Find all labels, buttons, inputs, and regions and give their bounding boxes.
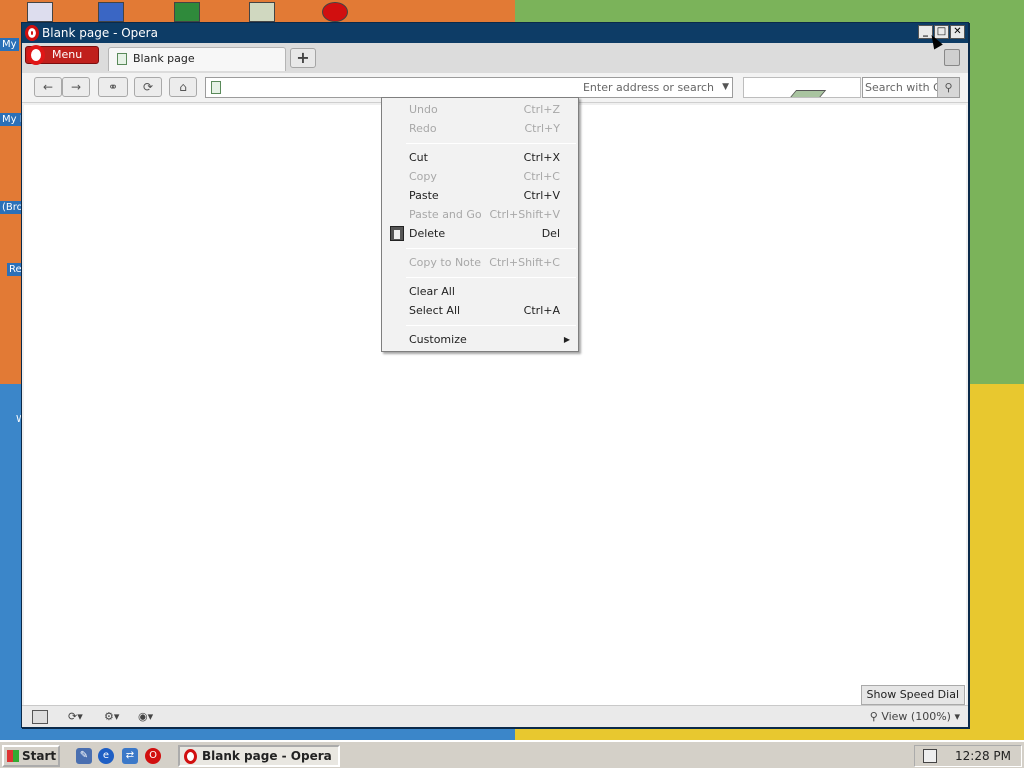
- menu-separator: [406, 277, 576, 278]
- menu-item-shortcut: Ctrl+C: [523, 170, 560, 183]
- taskbar-opera-window[interactable]: Blank page - Opera: [178, 745, 340, 767]
- task-label: Blank page - Opera: [202, 749, 332, 763]
- sync-icon[interactable]: ⟳▾: [68, 710, 83, 724]
- menu-item-clear-all[interactable]: Clear All: [382, 282, 578, 301]
- taskbar: Start ✎ e ⇄ O Blank page - Opera 12:28 P…: [0, 740, 1024, 768]
- menu-item-delete[interactable]: Delete Del: [382, 224, 578, 243]
- search-placeholder: Search with Google: [865, 81, 937, 94]
- network-status-icon[interactable]: [923, 749, 937, 763]
- menu-item-paste-and-go[interactable]: Paste and Go Ctrl+Shift+V: [382, 205, 578, 224]
- menu-item-label: Select All: [409, 304, 461, 317]
- menu-item-undo[interactable]: Undo Ctrl+Z: [382, 100, 578, 119]
- search-engine-icon: [787, 90, 827, 97]
- internet-explorer-icon[interactable]: e: [98, 748, 114, 764]
- desktop-computer-icon[interactable]: [27, 2, 53, 22]
- menu-separator: [406, 143, 576, 144]
- menu-item-shortcut: Ctrl+V: [523, 189, 560, 202]
- turbo-icon[interactable]: ⚙▾: [104, 710, 119, 724]
- page-icon: [117, 53, 127, 65]
- opera-logo-icon: [184, 749, 197, 764]
- menu-item-copy[interactable]: Copy Ctrl+C: [382, 167, 578, 186]
- menu-item-label: Copy to Note: [409, 256, 481, 269]
- menu-item-redo[interactable]: Redo Ctrl+Y: [382, 119, 578, 138]
- menu-item-copy-to-note[interactable]: Copy to Note Ctrl+Shift+C: [382, 253, 578, 272]
- forward-button[interactable]: →: [62, 77, 90, 97]
- menu-item-cut[interactable]: Cut Ctrl+X: [382, 148, 578, 167]
- menu-item-shortcut: Ctrl+A: [523, 304, 560, 317]
- trash-icon: [390, 226, 404, 241]
- clock[interactable]: 12:28 PM: [955, 749, 1011, 763]
- page-icon: [211, 81, 221, 94]
- start-label: Start: [22, 749, 57, 763]
- address-placeholder: Enter address or search: [582, 81, 714, 94]
- submenu-arrow-icon: ▶: [563, 335, 570, 344]
- opera-menu-button[interactable]: Menu: [25, 45, 99, 65]
- windows-flag-icon: [7, 750, 19, 762]
- panel-toggle-icon[interactable]: [32, 710, 48, 724]
- desktop-clock-icon[interactable]: [249, 2, 275, 22]
- menu-item-label: Customize: [409, 333, 467, 346]
- desktop-opera-icon[interactable]: [322, 2, 348, 22]
- tab-label: Blank page: [133, 52, 195, 65]
- menu-item-shortcut: Ctrl+X: [523, 151, 560, 164]
- context-menu: Undo Ctrl+Z Redo Ctrl+Y Cut Ctrl+X Copy …: [381, 97, 579, 352]
- menu-item-shortcut: Del: [541, 227, 560, 240]
- search-field[interactable]: Search with Google ⚲: [862, 77, 960, 98]
- menu-item-customize[interactable]: Customize ▶: [382, 330, 578, 349]
- reload-button[interactable]: ⟳: [134, 77, 162, 97]
- closed-tabs-trash-icon[interactable]: [944, 49, 960, 66]
- menu-item-select-all[interactable]: Select All Ctrl+A: [382, 301, 578, 320]
- show-speed-dial-button[interactable]: Show Speed Dial: [860, 685, 965, 705]
- zoom-control[interactable]: ⚲ View (100%) ▾: [870, 709, 960, 725]
- close-button[interactable]: ✕: [950, 25, 965, 39]
- desktop-network-icon[interactable]: [98, 2, 124, 22]
- menu-item-paste[interactable]: Paste Ctrl+V: [382, 186, 578, 205]
- opera-logo-icon: [25, 25, 39, 41]
- wand-key-icon[interactable]: ⚭: [98, 77, 128, 97]
- menu-separator: [406, 248, 576, 249]
- window-title: Blank page - Opera: [42, 26, 158, 40]
- home-button[interactable]: ⌂: [169, 77, 197, 97]
- menu-item-shortcut: Ctrl+Shift+V: [489, 208, 560, 221]
- desktop-label[interactable]: My: [0, 38, 19, 51]
- system-tray: 12:28 PM: [914, 745, 1022, 767]
- search-icon[interactable]: ⚲: [937, 78, 959, 97]
- status-bar: ⟳▾ ⚙▾ ◉▾ ⚲ View (100%) ▾: [22, 705, 968, 727]
- search-engine-selector[interactable]: [743, 77, 861, 98]
- menu-item-label: Delete: [409, 227, 446, 240]
- menu-item-shortcut: Ctrl+Z: [523, 103, 560, 116]
- address-bar[interactable]: Enter address or search ▼: [205, 77, 733, 98]
- title-bar[interactable]: Blank page - Opera _ □ ✕: [22, 23, 968, 43]
- menu-item-label: Paste: [409, 189, 439, 202]
- desktop-excel-icon[interactable]: [174, 2, 200, 22]
- menu-item-label: Undo: [409, 103, 438, 116]
- tab-blank-page[interactable]: Blank page: [108, 47, 286, 71]
- menu-item-shortcut: Ctrl+Y: [524, 122, 560, 135]
- back-button[interactable]: ←: [34, 77, 62, 97]
- network-icon[interactable]: ⇄: [122, 748, 138, 764]
- opera-logo-icon: [27, 45, 45, 65]
- new-tab-button[interactable]: +: [290, 48, 316, 68]
- menu-label: Menu: [52, 48, 83, 61]
- menu-item-label: Redo: [409, 122, 437, 135]
- unite-icon[interactable]: ◉▾: [138, 710, 153, 724]
- zoom-label: View (100%): [881, 710, 951, 723]
- opera-quicklaunch-icon[interactable]: O: [145, 748, 161, 764]
- start-button[interactable]: Start: [2, 745, 60, 767]
- menu-item-label: Paste and Go: [409, 208, 482, 221]
- menu-separator: [406, 325, 576, 326]
- menu-item-label: Cut: [409, 151, 428, 164]
- menu-item-label: Copy: [409, 170, 437, 183]
- menu-item-label: Clear All: [409, 285, 455, 298]
- show-desktop-icon[interactable]: ✎: [76, 748, 92, 764]
- menu-item-shortcut: Ctrl+Shift+C: [489, 256, 560, 269]
- chevron-down-icon[interactable]: ▼: [722, 78, 729, 97]
